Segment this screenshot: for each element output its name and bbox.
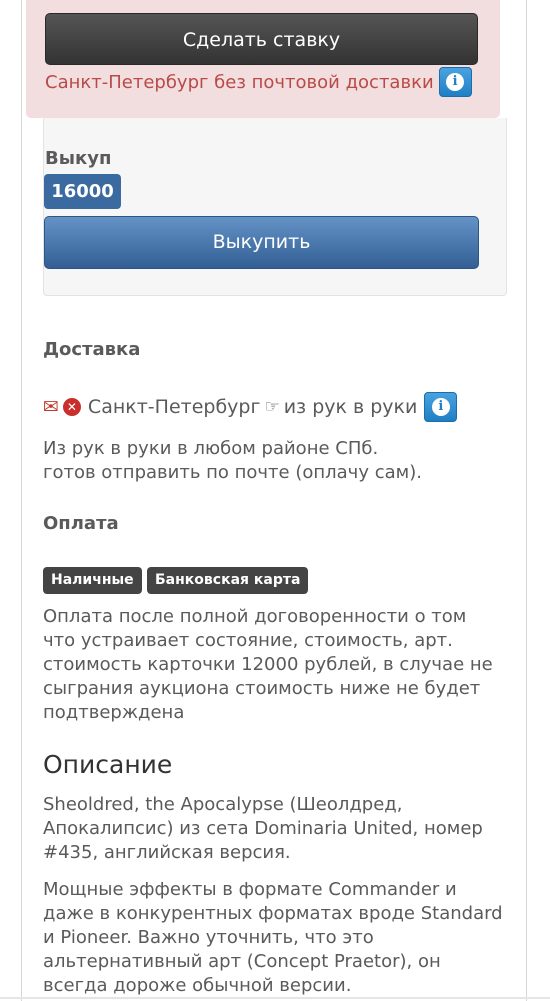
delivery-note-line: готов отправить по почте (оплачу сам).: [43, 462, 422, 483]
envelope-icon: ✉: [43, 396, 59, 418]
shipping-notice: Санкт-Петербург без почтовой доставки i: [45, 67, 472, 97]
info-button[interactable]: i: [438, 67, 472, 97]
buyout-button[interactable]: Выкупить: [44, 216, 479, 269]
delivery-note-line: Из рук в руки в любом районе СПб.: [43, 438, 379, 459]
description-paragraph: Мощные эффекты в формате Commander и даж…: [43, 878, 503, 998]
delivery-heading: Доставка: [43, 339, 141, 360]
info-icon: i: [431, 398, 450, 416]
delivery-row: ✉ ✕ Санкт-Петербург ☞ из рук в руки i: [43, 391, 458, 423]
description-paragraph: Sheoldred, the Apocalypse (Шеолдред, Апо…: [43, 793, 483, 865]
payment-note-line: что устраивает состояние, стоимость, арт…: [43, 630, 453, 651]
payment-note-line: сыграния аукциона стоимость ниже не буде…: [43, 678, 481, 699]
buyout-price-badge: 16000: [44, 174, 121, 209]
info-icon: i: [446, 73, 465, 91]
description-line: Мощные эффекты в формате Commander и: [43, 879, 457, 900]
description-line: Апокалипсис) из сета Dominaria United, н…: [43, 818, 483, 839]
close-circle-icon: ✕: [62, 398, 81, 416]
payment-note-line: Оплата после полной договоренности о том: [43, 606, 467, 627]
buyout-label: Выкуп: [45, 148, 112, 169]
payment-note-line: подтверждена: [43, 702, 185, 723]
delivery-note: Из рук в руки в любом районе СПб. готов …: [43, 437, 422, 485]
description-line: и Pioneer. Важно уточнить, что это: [43, 927, 374, 948]
description-line: даже в конкурентных форматах вроде Stand…: [43, 903, 503, 924]
delivery-info-button[interactable]: i: [424, 392, 458, 422]
description-line: #435, английская версия.: [43, 842, 291, 863]
description-line: альтернативный арт (Concept Praetor), он: [43, 951, 441, 972]
delivery-city: Санкт-Петербург: [87, 396, 261, 418]
description-line: Sheoldred, the Apocalypse (Шеолдред,: [43, 794, 403, 815]
payment-method-badge: Банковская карта: [147, 567, 309, 594]
description-line: всегда дороже обычной версии.: [43, 975, 352, 996]
payment-note: Оплата после полной договоренности о том…: [43, 605, 493, 725]
payment-note-line: стоимость карточки 12000 рублей, в случа…: [43, 654, 493, 675]
shipping-notice-text: Санкт-Петербург без почтовой доставки: [45, 71, 434, 93]
payment-heading: Оплата: [43, 513, 119, 534]
make-bid-button[interactable]: Сделать ставку: [45, 13, 478, 65]
hand-pointing-icon: ☞: [264, 397, 280, 417]
delivery-method: из рук в руки: [283, 396, 418, 418]
description-heading: Описание: [43, 750, 173, 779]
payment-method-badge: Наличные: [43, 567, 142, 594]
